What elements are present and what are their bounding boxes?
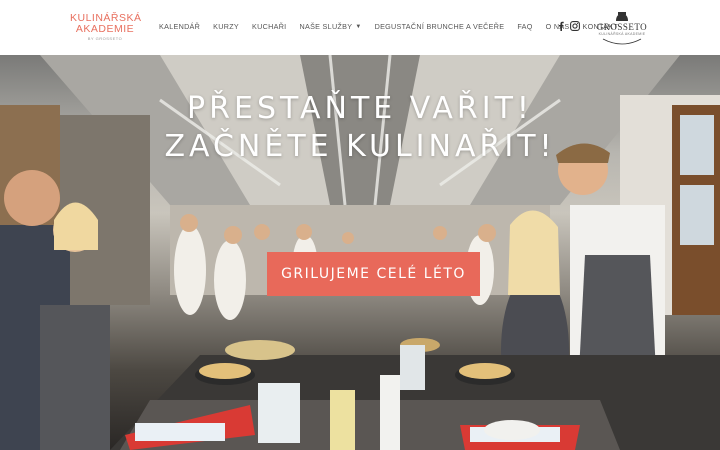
chef-hat-icon — [602, 12, 642, 45]
instagram-icon[interactable] — [570, 21, 580, 31]
facebook-icon[interactable] — [558, 21, 564, 31]
nav-item-nase-sluzby-label: NAŠE SLUŽBY — [299, 22, 353, 31]
grosseto-logo[interactable]: GROSSETO KULINÁŘSKÁ AKADEMIE — [594, 9, 650, 49]
nav-item-degustacni[interactable]: DEGUSTAČNÍ BRUNCHE A VEČEŘE — [375, 22, 505, 31]
hero-title-line-2: ZAČNĚTE KULINAŘIT! — [164, 129, 556, 164]
hero-banner: PŘESTAŇTE VAŘIT! ZAČNĚTE KULINAŘIT! GRIL… — [0, 55, 720, 450]
social-links — [558, 21, 580, 31]
nav-item-kuchari[interactable]: KUCHAŘI — [252, 22, 286, 31]
nav-item-kurzy[interactable]: KURZY — [213, 22, 239, 31]
logo-line-1: KULINÁŘSKÁ — [70, 12, 142, 24]
nav-item-kalendar[interactable]: KALENDÁŘ — [159, 22, 200, 31]
grilujeme-cta-button[interactable]: GRILUJEME CELÉ LÉTO — [267, 252, 480, 296]
site-header: KULINÁŘSKÁ AKADEMIE BY GROSSETO KALENDÁŘ… — [0, 0, 720, 55]
site-logo[interactable]: KULINÁŘSKÁ AKADEMIE BY GROSSETO — [70, 12, 142, 41]
hero-title-line-1: PŘESTAŇTE VAŘIT! — [187, 91, 533, 126]
hero-title: PŘESTAŇTE VAŘIT! ZAČNĚTE KULINAŘIT! — [0, 90, 720, 166]
logo-line-2: AKADEMIE — [75, 22, 135, 35]
logo-line-3: BY GROSSETO — [87, 36, 123, 41]
nav-item-faq[interactable]: FAQ — [517, 22, 532, 31]
nav-item-nase-sluzby[interactable]: NAŠE SLUŽBY ▼ — [299, 22, 361, 31]
caret-down-icon: ▼ — [355, 23, 362, 30]
